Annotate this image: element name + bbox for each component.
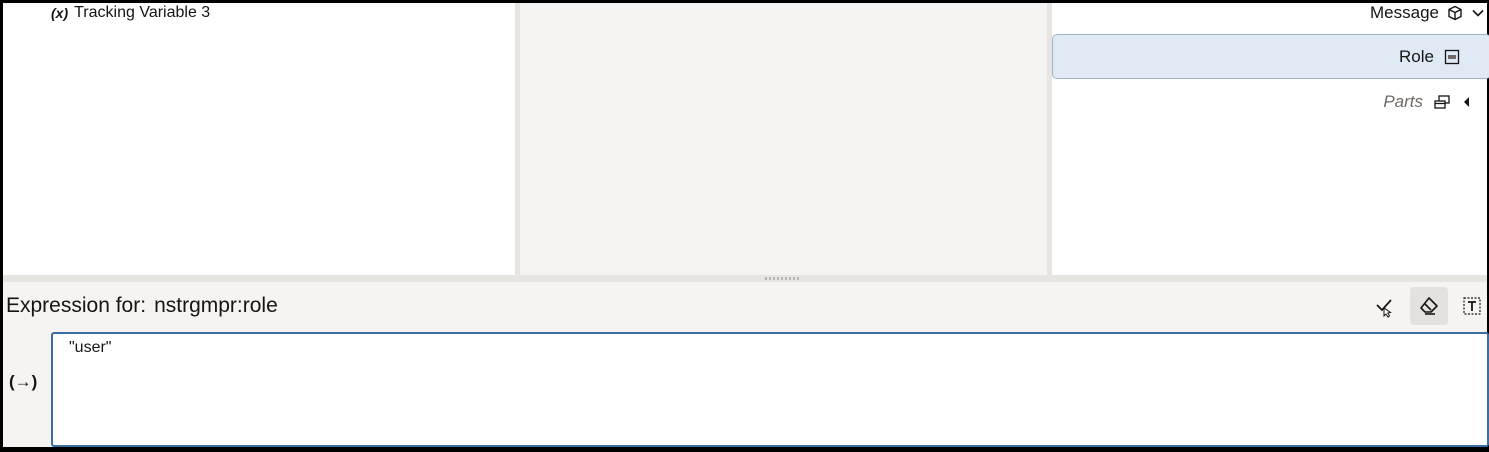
- tracking-variable-label: Tracking Variable 3: [74, 4, 211, 21]
- text-format-icon: [1462, 296, 1482, 316]
- message-node[interactable]: Message: [1370, 3, 1485, 23]
- parts-label: Parts: [1383, 92, 1423, 111]
- caret-left-icon[interactable]: [1461, 95, 1473, 109]
- expression-prefix: Expression for:: [6, 294, 147, 317]
- splitter-grip[interactable]: [765, 277, 799, 280]
- namespace-icon: (→): [9, 372, 38, 391]
- cube-icon: [1447, 5, 1463, 21]
- chevron-down-icon[interactable]: [1471, 6, 1485, 20]
- expression-heading: Expression for: nstrgmpr:role: [6, 294, 278, 318]
- string-type-icon: [1444, 49, 1460, 65]
- parts-icon: [1433, 94, 1451, 110]
- validate-button[interactable]: [1365, 287, 1403, 325]
- mapping-canvas: [520, 3, 1047, 275]
- expression-editor: Expression for: nstrgmpr:role (→) "user": [3, 282, 1489, 447]
- source-tree-pane: (x) Tracking Variable 3: [3, 3, 515, 275]
- message-label: Message: [1370, 3, 1439, 22]
- target-tree-pane: Message Role Parts: [1052, 3, 1489, 275]
- role-label: Role: [1399, 46, 1434, 66]
- horizontal-splitter[interactable]: [3, 275, 1487, 282]
- tracking-variable-node[interactable]: (x) Tracking Variable 3: [51, 3, 210, 23]
- checkmark-icon: [1370, 292, 1398, 320]
- role-node[interactable]: Role: [1052, 34, 1489, 79]
- clear-button[interactable]: [1410, 287, 1448, 325]
- expression-input[interactable]: "user": [51, 332, 1489, 447]
- expression-target: nstrgmpr:role: [154, 294, 278, 317]
- mapper-window: (x) Tracking Variable 3 Message Role Par…: [0, 0, 1489, 452]
- format-button[interactable]: [1453, 287, 1489, 325]
- parts-node[interactable]: Parts: [1383, 91, 1473, 113]
- variable-icon: (x): [51, 5, 69, 21]
- eraser-icon: [1419, 296, 1439, 316]
